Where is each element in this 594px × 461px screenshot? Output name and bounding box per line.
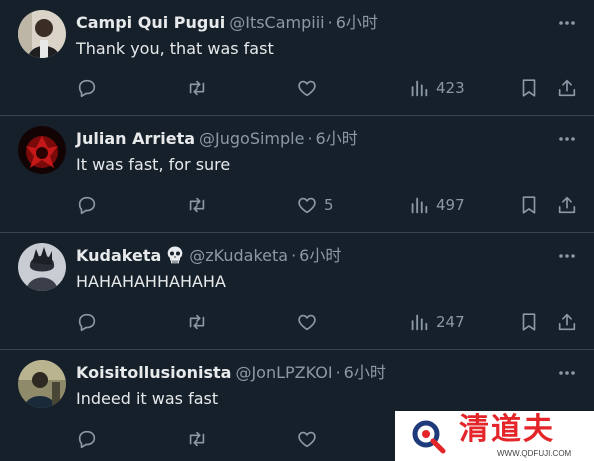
share-button[interactable]: [556, 310, 578, 334]
retweet-icon: [189, 314, 205, 330]
reply-icon: [78, 196, 96, 215]
like-button[interactable]: [296, 310, 318, 334]
tweet-header: Kudaketa @zKudaketa · 6小时: [76, 245, 578, 267]
share-icon: [558, 196, 576, 214]
tweet-item[interactable]: Julian Arrieta @JugoSimple · 6小时 It was fas…: [0, 116, 594, 233]
magnifier-q-icon: [409, 417, 447, 455]
tweet-header: Koisitollusionista @JonLPZKOI · 6小时: [76, 362, 578, 384]
bookmark-button[interactable]: [518, 193, 540, 217]
bookmark-button[interactable]: [518, 76, 540, 100]
tweet-replies-feed: Campi Qui Pugui @ItsCampiii · 6小时 Thank you…: [0, 0, 594, 461]
avatar[interactable]: [18, 243, 66, 291]
display-name[interactable]: Koisitollusionista: [76, 363, 231, 382]
view-count: 423: [436, 79, 465, 97]
view-count: 247: [436, 313, 465, 331]
views-button[interactable]: 247: [408, 310, 465, 334]
user-handle[interactable]: @zKudaketa: [189, 246, 288, 265]
watermark-url: WWW.QDFUJI.COM: [497, 449, 572, 458]
more-icon[interactable]: [556, 362, 578, 384]
tweet-header: Julian Arrieta @JugoSimple · 6小时: [76, 128, 578, 150]
views-button[interactable]: 423: [408, 76, 465, 100]
view-count: 497: [436, 196, 465, 214]
heart-icon: [298, 431, 316, 448]
share-icon: [558, 79, 576, 97]
views-button[interactable]: 497: [408, 193, 465, 217]
separator-dot: ·: [327, 13, 333, 32]
tweet-text: HAHAHAHHAHAHA: [76, 272, 226, 291]
avatar[interactable]: [18, 360, 66, 408]
share-button[interactable]: [556, 193, 578, 217]
skull-icon: [165, 245, 185, 271]
tweet-actions: 423: [0, 76, 594, 100]
like-button[interactable]: 5: [296, 193, 334, 217]
reply-icon: [78, 79, 96, 98]
user-handle[interactable]: @JugoSimple: [199, 129, 304, 148]
tweet-text: It was fast, for sure: [76, 155, 231, 174]
heart-icon: [298, 80, 316, 97]
retweet-button[interactable]: [186, 310, 208, 334]
reply-icon: [78, 313, 96, 332]
like-button[interactable]: [296, 427, 318, 451]
more-icon[interactable]: [556, 12, 578, 34]
tweet-actions: 247: [0, 310, 594, 334]
retweet-icon: [189, 197, 205, 213]
views-chart-icon: [411, 80, 428, 97]
reply-button[interactable]: [76, 76, 98, 100]
user-handle[interactable]: @ItsCampiii: [229, 13, 324, 32]
share-icon: [558, 313, 576, 331]
retweet-icon: [189, 80, 205, 96]
avatar[interactable]: [18, 126, 66, 174]
share-button[interactable]: [556, 76, 578, 100]
reply-button[interactable]: [76, 310, 98, 334]
timestamp[interactable]: 6小时: [316, 129, 358, 148]
reply-button[interactable]: [76, 427, 98, 451]
retweet-button[interactable]: [186, 76, 208, 100]
separator-dot: ·: [335, 363, 341, 382]
tweet-item[interactable]: Kudaketa @zKudaketa · 6小时 HAHAHAHHAHAHA 247: [0, 233, 594, 350]
watermark-title: 清道夫: [459, 412, 555, 447]
watermark-logo: 清道夫 WWW.QDFUJI.COM: [395, 411, 594, 461]
like-button[interactable]: [296, 76, 318, 100]
bookmark-icon: [522, 313, 536, 331]
user-handle[interactable]: @JonLPZKOI: [235, 363, 332, 382]
display-name[interactable]: Julian Arrieta: [76, 129, 195, 148]
more-icon[interactable]: [556, 128, 578, 150]
tweet-header: Campi Qui Pugui @ItsCampiii · 6小时: [76, 12, 578, 34]
retweet-button[interactable]: [186, 193, 208, 217]
retweet-button[interactable]: [186, 427, 208, 451]
display-name[interactable]: Campi Qui Pugui: [76, 13, 225, 32]
views-chart-icon: [411, 197, 428, 214]
heart-icon: [298, 314, 316, 331]
tweet-text: Indeed it was fast: [76, 389, 219, 408]
more-icon[interactable]: [556, 245, 578, 267]
separator-dot: ·: [291, 246, 297, 265]
reply-button[interactable]: [76, 193, 98, 217]
timestamp[interactable]: 6小时: [336, 13, 378, 32]
timestamp[interactable]: 6小时: [344, 363, 386, 382]
timestamp[interactable]: 6小时: [299, 246, 341, 265]
reply-icon: [78, 430, 96, 449]
tweet-item[interactable]: Campi Qui Pugui @ItsCampiii · 6小时 Thank you…: [0, 0, 594, 116]
bookmark-icon: [522, 196, 536, 214]
views-chart-icon: [411, 314, 428, 331]
avatar[interactable]: [18, 10, 66, 58]
like-count: 5: [324, 196, 334, 214]
tweet-actions: 5 497: [0, 193, 594, 217]
tweet-text: Thank you, that was fast: [76, 39, 274, 58]
retweet-icon: [189, 431, 205, 447]
display-name[interactable]: Kudaketa: [76, 246, 161, 265]
bookmark-icon: [522, 79, 536, 97]
heart-icon: [298, 197, 316, 214]
bookmark-button[interactable]: [518, 310, 540, 334]
separator-dot: ·: [307, 129, 313, 148]
